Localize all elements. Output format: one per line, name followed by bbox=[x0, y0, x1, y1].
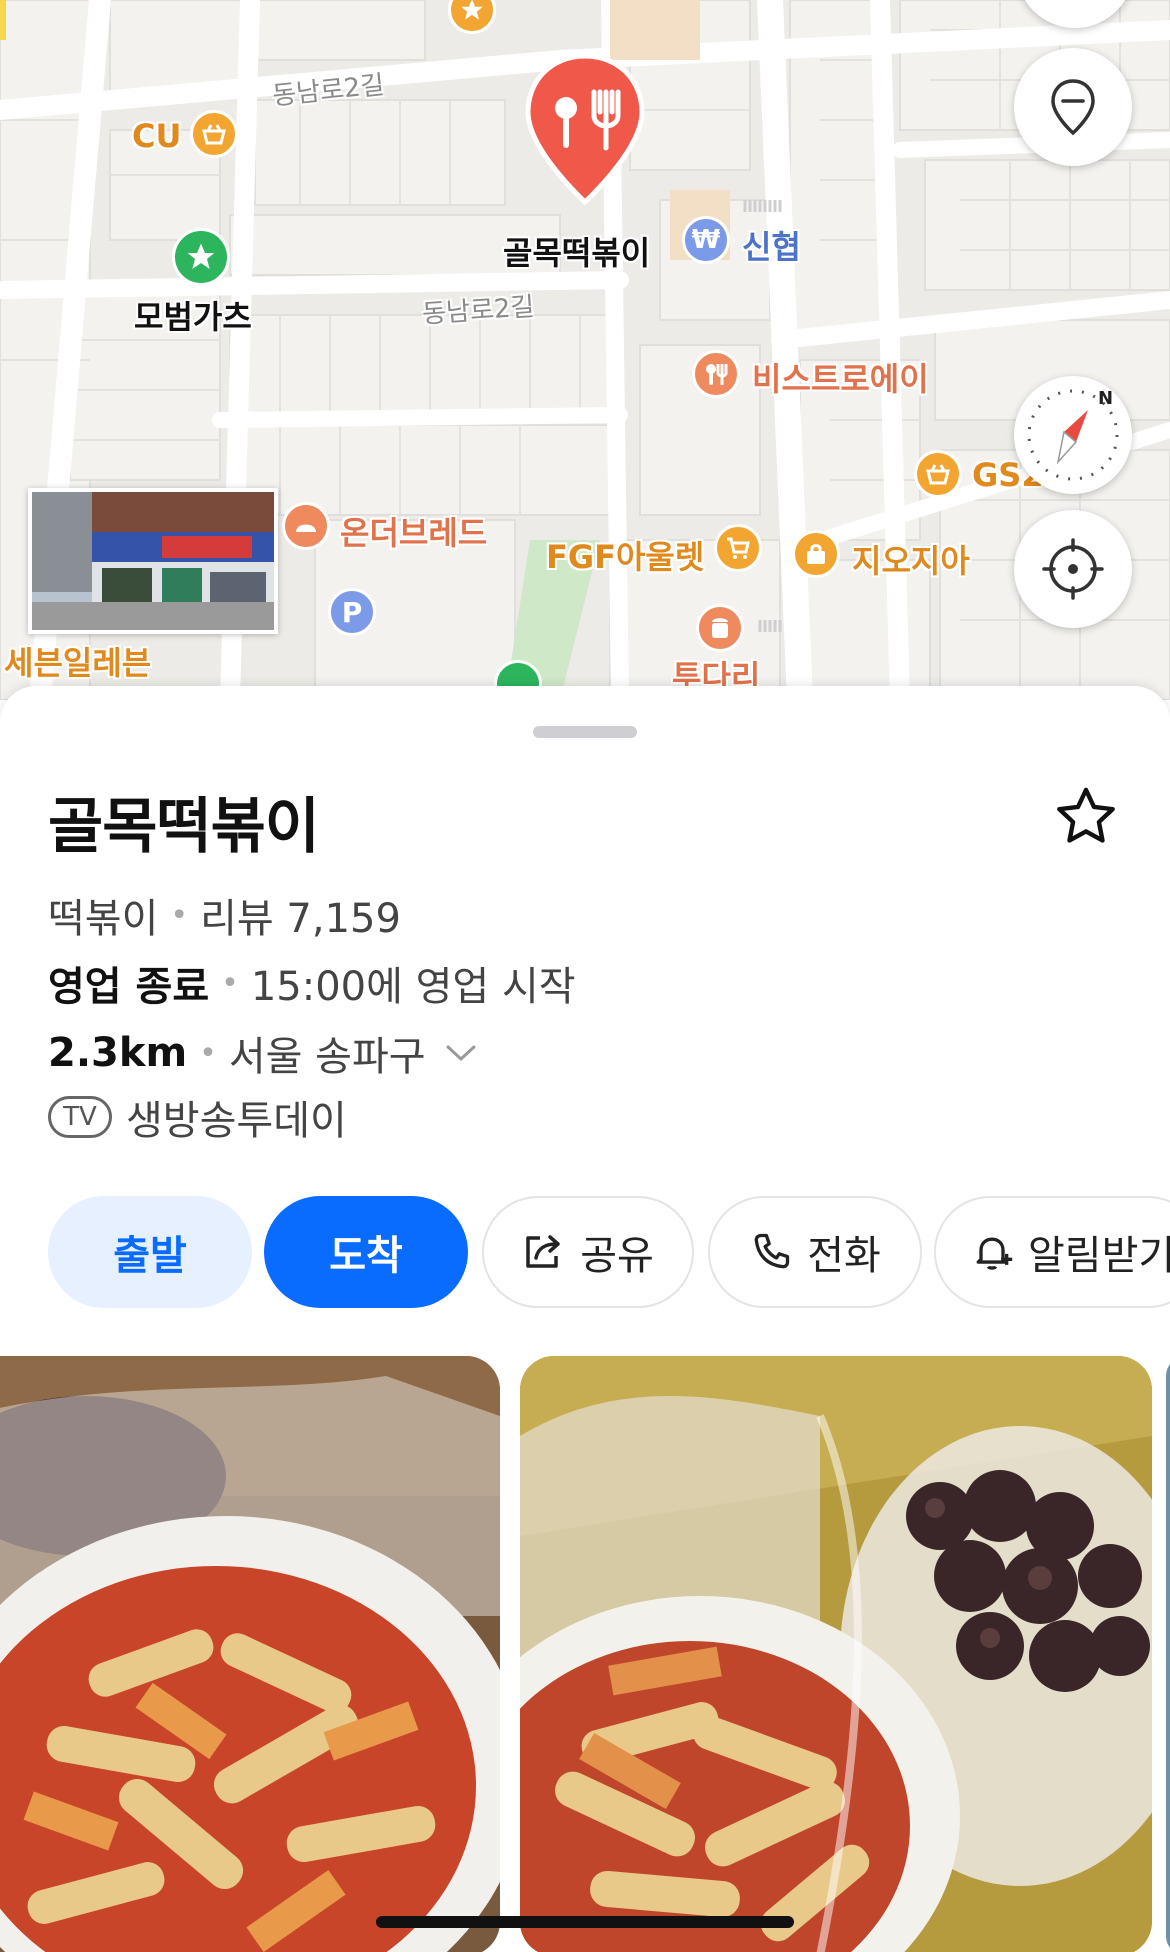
shopping-bag-icon[interactable] bbox=[792, 530, 840, 578]
review-count[interactable]: 리뷰 7,159 bbox=[200, 886, 401, 944]
location-row[interactable]: 2.3km • 서울 송파구 bbox=[48, 1024, 478, 1082]
place-photo[interactable] bbox=[0, 1356, 500, 1952]
share-button[interactable]: 공유 bbox=[482, 1196, 694, 1308]
depart-button[interactable]: 출발 bbox=[48, 1196, 252, 1308]
compass-button[interactable]: N bbox=[1014, 376, 1132, 494]
call-button[interactable]: 전화 bbox=[708, 1196, 922, 1308]
restaurant-icon[interactable] bbox=[692, 350, 740, 398]
tv-badge: TV bbox=[48, 1096, 112, 1138]
business-hours: 15:00에 영업 시작 bbox=[250, 964, 576, 1010]
poi-label[interactable]: 세븐일레븐 bbox=[4, 638, 151, 684]
bell-plus-icon bbox=[970, 1230, 1014, 1274]
arrive-button[interactable]: 도착 bbox=[264, 1196, 468, 1308]
favorite-button[interactable] bbox=[1048, 778, 1124, 854]
distance-text: 2.3km bbox=[48, 1030, 188, 1076]
crosshair-icon bbox=[1042, 538, 1104, 600]
poi-label[interactable]: 모범가츠 bbox=[134, 292, 252, 338]
chevron-down-icon[interactable] bbox=[444, 1042, 478, 1064]
bakery-icon[interactable] bbox=[282, 502, 330, 550]
separator-dot: • bbox=[170, 897, 189, 933]
tteokbokki-photo bbox=[0, 1356, 500, 1952]
category-row: 떡볶이 • 리뷰 7,159 bbox=[48, 886, 401, 944]
poi-label[interactable]: 온더브레드 bbox=[340, 508, 487, 554]
selected-place-label[interactable]: 골목떡볶이 bbox=[503, 228, 650, 274]
pin-icon bbox=[1051, 79, 1095, 136]
poi-label[interactable]: 신협 bbox=[742, 222, 801, 268]
separator-dot: • bbox=[221, 965, 239, 1001]
separator-dot: • bbox=[199, 1035, 217, 1071]
tv-show-name: 생방송투데이 bbox=[126, 1098, 347, 1144]
star-icon[interactable] bbox=[172, 228, 230, 286]
compass-north-label: N bbox=[1098, 388, 1113, 409]
hours-row[interactable]: 영업 종료 • 15:00에 영업 시작 bbox=[48, 954, 576, 1012]
place-title: 골목떡볶이 bbox=[48, 792, 320, 862]
street-view-thumbnail[interactable] bbox=[28, 488, 278, 634]
parking-icon[interactable]: P bbox=[328, 588, 376, 636]
selected-place-marker[interactable] bbox=[522, 52, 648, 212]
category-text: 떡볶이 bbox=[48, 896, 159, 942]
poi-label[interactable]: 지오지아 bbox=[852, 536, 970, 582]
bank-icon[interactable]: ₩ bbox=[682, 216, 730, 264]
phone-icon bbox=[749, 1230, 793, 1274]
address-text: 서울 송파구 bbox=[228, 1034, 426, 1080]
sheet-drag-handle[interactable] bbox=[533, 726, 637, 738]
tv-row[interactable]: TV 생방송투데이 bbox=[48, 1088, 347, 1146]
poi-label[interactable]: FGF아울렛 bbox=[546, 532, 704, 578]
share-icon bbox=[522, 1232, 566, 1272]
pub-icon[interactable] bbox=[696, 604, 744, 652]
notify-label: 알림받기 bbox=[1028, 1233, 1170, 1279]
convenience-store-icon[interactable] bbox=[190, 110, 238, 158]
place-photo[interactable] bbox=[520, 1356, 1152, 1952]
poi-label[interactable]: 비스트로에이 bbox=[752, 354, 929, 400]
compass-icon: N bbox=[1027, 388, 1119, 481]
call-label: 전화 bbox=[807, 1233, 881, 1279]
home-indicator bbox=[376, 1916, 794, 1928]
share-label: 공유 bbox=[580, 1233, 654, 1279]
poi-label-cu[interactable]: CU bbox=[132, 117, 181, 155]
map-view[interactable]: 동남로2길 동남로2길 CU 모범가츠 골목떡볶이 ₩ 신협 비스트로에이 GS… bbox=[0, 0, 1170, 700]
convenience-store-icon[interactable] bbox=[914, 450, 962, 498]
current-location-button[interactable] bbox=[1014, 510, 1132, 628]
pin-button[interactable] bbox=[1014, 48, 1132, 166]
tteokbokki-sundae-photo bbox=[520, 1356, 1152, 1952]
business-status: 영업 종료 bbox=[48, 964, 210, 1010]
star-outline-icon bbox=[1057, 787, 1115, 843]
place-photo[interactable] bbox=[1166, 1356, 1170, 1952]
road-label: 동남로2길 bbox=[421, 292, 536, 330]
notify-button[interactable]: 알림받기 bbox=[934, 1196, 1170, 1308]
cart-icon[interactable] bbox=[714, 524, 762, 572]
